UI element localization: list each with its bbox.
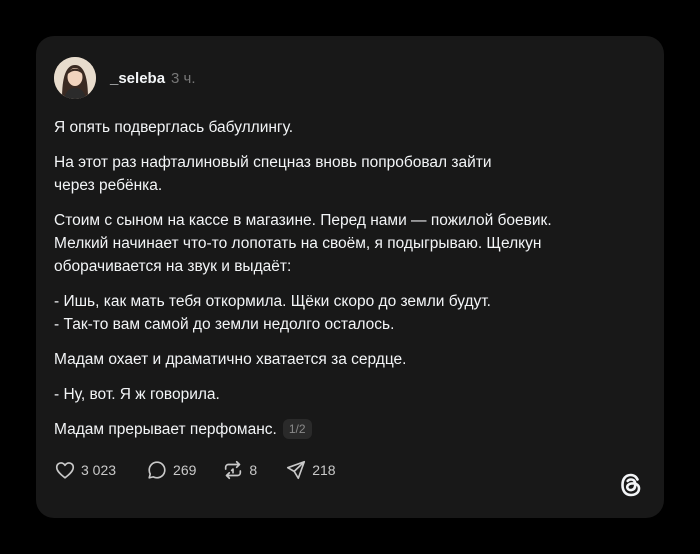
paragraph-text: - Ну, вот. Я ж говорила.	[54, 386, 220, 403]
comment-bubble-icon	[146, 459, 168, 481]
post-card: _seleba 3 ч. Я опять подверглась бабулли…	[36, 36, 664, 518]
paragraph-text: - Ишь, как мать тебя откормила. Щёки ско…	[54, 293, 491, 333]
paragraph-text: Мадам охает и драматично хватается за се…	[54, 351, 407, 368]
repost-icon	[222, 459, 244, 481]
share-button[interactable]: 218	[285, 459, 336, 481]
heart-icon	[54, 459, 76, 481]
comment-button[interactable]: 269	[146, 459, 196, 481]
paragraph-text: Мадам прерывает перфоманс.	[54, 421, 277, 438]
page-indicator-badge[interactable]: 1/2	[282, 419, 312, 439]
post-paragraph: На этот раз нафталиновый спецназ вновь п…	[54, 151, 644, 197]
repost-button[interactable]: 8	[222, 459, 257, 481]
post-paragraph: Мадам охает и драматично хватается за се…	[54, 348, 644, 371]
post-body: Я опять подверглась бабуллингу. На этот …	[54, 116, 644, 453]
post-paragraph: Стоим с сыном на кассе в магазине. Перед…	[54, 209, 644, 278]
like-count: 3 023	[81, 462, 117, 478]
avatar[interactable]	[54, 57, 96, 99]
paragraph-text: На этот раз нафталиновый спецназ вновь п…	[54, 154, 492, 194]
repost-count: 8	[249, 462, 258, 478]
threads-logo-icon[interactable]	[616, 470, 646, 500]
comment-count: 269	[173, 462, 197, 478]
post-paragraph: Я опять подверглась бабуллингу.	[54, 116, 644, 139]
post-paragraph: Мадам прерывает перфоманс. 1/2	[54, 418, 644, 441]
post-paragraph: - Ну, вот. Я ж говорила.	[54, 383, 644, 406]
post-header: _seleba 3 ч.	[54, 56, 196, 100]
post-actions: 3 023 269 8 218	[54, 458, 336, 482]
like-button[interactable]: 3 023	[54, 459, 116, 481]
paragraph-text: Стоим с сыном на кассе в магазине. Перед…	[54, 212, 552, 275]
paragraph-text: Я опять подверглась бабуллингу.	[54, 119, 294, 136]
post-paragraph: - Ишь, как мать тебя откормила. Щёки ско…	[54, 290, 644, 336]
share-count: 218	[312, 462, 336, 478]
send-icon	[285, 459, 307, 481]
post-timestamp: 3 ч.	[171, 69, 196, 87]
username[interactable]: _seleba	[110, 70, 165, 87]
